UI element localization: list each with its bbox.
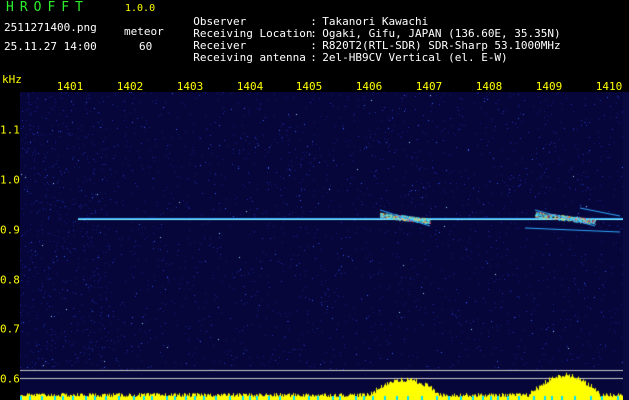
y-tick: 1.1 <box>0 123 20 137</box>
app-title: HROFFT <box>6 0 89 15</box>
y-tick: 0.6 <box>0 372 20 386</box>
spectrogram-right-edge <box>623 92 629 400</box>
y-tick: 1.0 <box>0 173 20 187</box>
y-axis-unit: kHz <box>2 73 22 86</box>
mode-count: 60 <box>139 40 153 53</box>
mode-label: meteor <box>124 25 164 38</box>
info-antenna: Receiving antenna:2el-HB9CV Vertical (el… <box>193 51 508 64</box>
y-tick: 0.9 <box>0 223 20 237</box>
spectrogram-canvas <box>20 92 623 400</box>
y-tick: 0.7 <box>0 322 20 336</box>
y-tick: 0.8 <box>0 273 20 287</box>
app-version: 1.0.0 <box>125 3 156 14</box>
filename-label: 2511271400.png <box>4 21 97 34</box>
datetime-label: 25.11.27 14:00 <box>4 40 97 53</box>
